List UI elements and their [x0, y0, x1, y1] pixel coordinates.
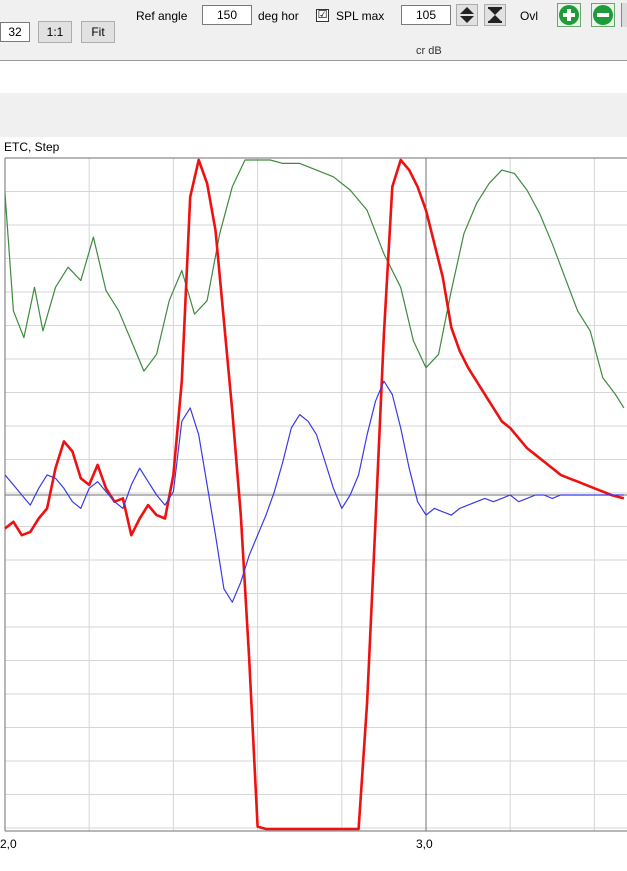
x-tick-label: 2,0	[0, 837, 17, 851]
series-line-impulse	[4, 380, 624, 603]
x-tick-labels: 2,0 3,0	[0, 837, 433, 851]
x-tick-label: 3,0	[416, 837, 433, 851]
chart-title: ETC, Step	[4, 140, 60, 154]
chart: ETC, Step 2,0 3,0	[0, 140, 627, 851]
series-line-etc	[4, 159, 625, 409]
